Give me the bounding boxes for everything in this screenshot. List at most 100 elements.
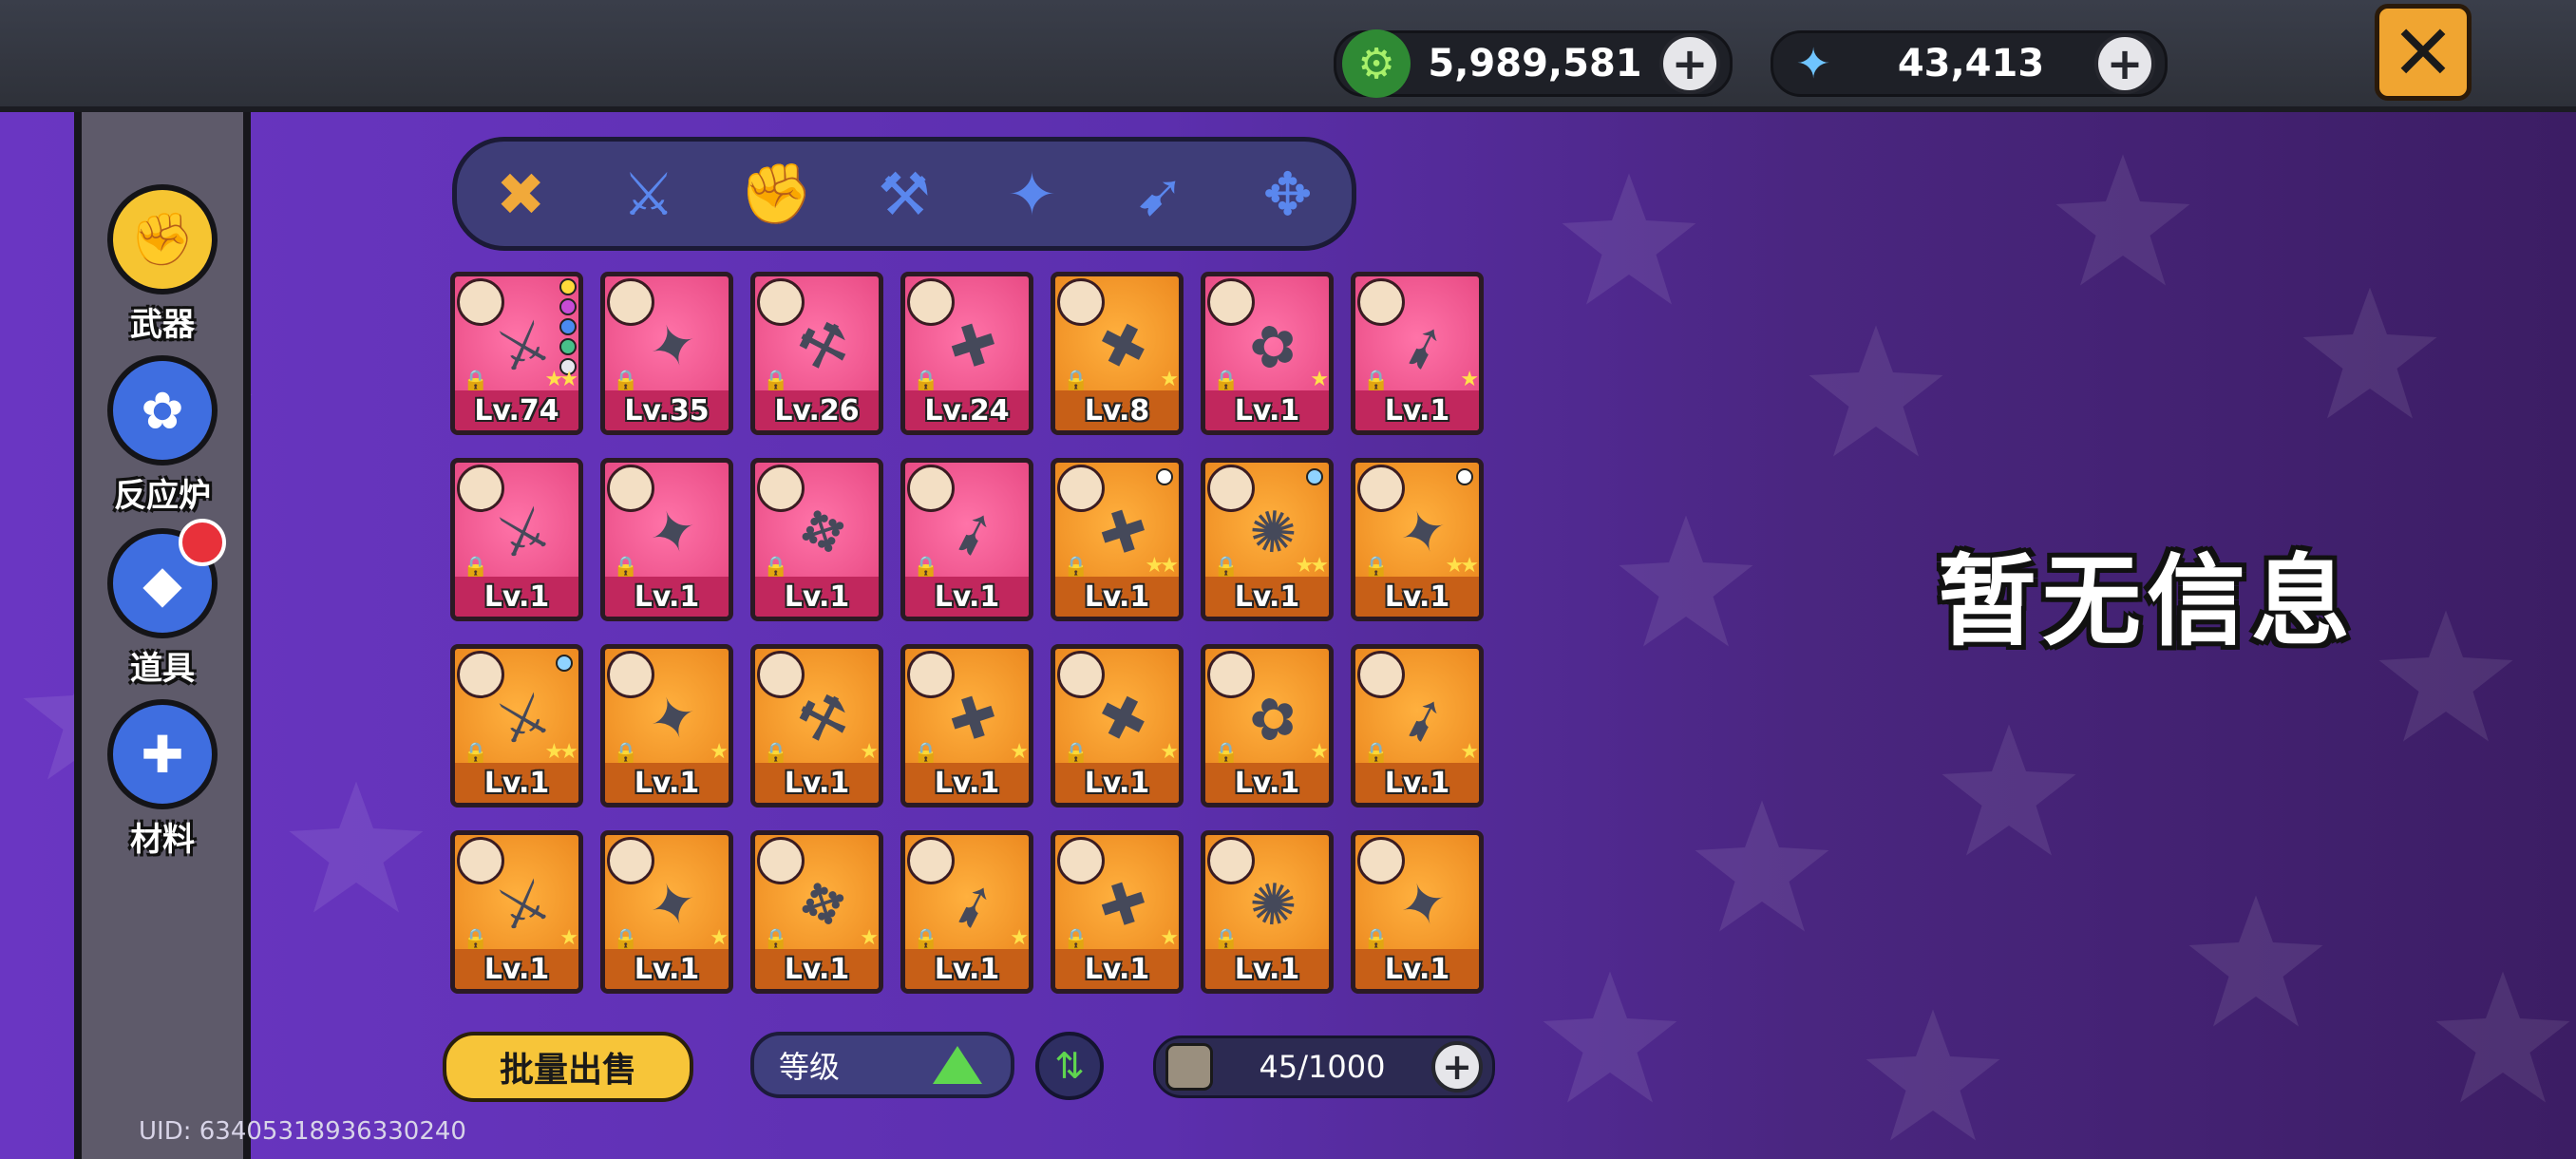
tab-dual-gun[interactable]: ✥ <box>1241 146 1335 241</box>
expand-capacity-button[interactable]: + <box>1431 1041 1483 1092</box>
bg-star <box>1866 1009 2000 1141</box>
weapon-level: Lv.1 <box>905 763 1029 803</box>
weapon-grid: ⚔ 🔒 ★★ Lv.74 ✦ 🔒 Lv.35 ⚒ 🔒 Lv.26 ✚ 🔒 Lv.24 ✖ 🔒 ★ Lv.8 ✿ 🔒 ★… <box>450 272 1487 994</box>
sort-order-toggle[interactable]: ⇅ <box>1035 1032 1104 1100</box>
tab-launcher[interactable]: ➹ <box>1112 146 1207 241</box>
sort-select-label: 等级 <box>779 1049 841 1085</box>
tab-fist[interactable]: ✊ <box>729 146 824 241</box>
gun-icon: ✦ <box>1007 159 1057 229</box>
star-rating-icon: ★ <box>1160 926 1179 950</box>
add-gold-button[interactable]: + <box>1659 33 1720 94</box>
weapon-card[interactable]: ✖ 🔒 ★ Lv.1 <box>1051 644 1184 808</box>
weapon-card[interactable]: ✚ 🔒 ★ Lv.1 <box>1051 830 1184 994</box>
sidebar-item-label: 材料 <box>130 821 195 859</box>
weapon-level: Lv.1 <box>1355 763 1479 803</box>
star-rating-icon: ★ <box>559 926 578 950</box>
tab-sword[interactable]: ⚔ <box>601 146 696 241</box>
weapon-card[interactable]: ✿ 🔒 ★ Lv.1 <box>1201 272 1334 435</box>
tab-all-weapons[interactable]: ✖ <box>473 146 568 241</box>
weapon-card[interactable]: ✦ 🔒 ★★ Lv.1 <box>1351 458 1484 621</box>
bag-icon <box>1165 1043 1213 1091</box>
weapon-card[interactable]: ✥ 🔒 Lv.1 <box>750 458 883 621</box>
weapon-card[interactable]: ✺ 🔒 Lv.1 <box>1201 830 1334 994</box>
sidebar-item-materials[interactable]: ✚ 材料 <box>82 699 243 860</box>
weapon-card[interactable]: ➹ 🔒 ★ Lv.1 <box>1351 644 1484 808</box>
weapon-card[interactable]: ⚒ 🔒 ★ Lv.1 <box>750 644 883 808</box>
swap-arrows-icon: ⇅ <box>1054 1045 1085 1087</box>
weapon-card[interactable]: ⚔ 🔒 ★ Lv.1 <box>450 830 583 994</box>
sidebar-item-label: 道具 <box>130 650 195 688</box>
hammer-icon: ⚒ <box>878 159 931 229</box>
weapon-card[interactable]: ✺ 🔒 ★★ Lv.1 <box>1201 458 1334 621</box>
star-rating-icon: ★ <box>1310 368 1329 391</box>
weapon-card[interactable]: ✖ 🔒 ★ Lv.8 <box>1051 272 1184 435</box>
fist-icon: ✊ <box>739 159 813 228</box>
bg-star <box>289 781 424 913</box>
weapon-card[interactable]: ✚ 🔒 ★ Lv.1 <box>900 644 1033 808</box>
weapon-card[interactable]: ⚔ 🔒 Lv.1 <box>450 458 583 621</box>
crystal-currency: ✦ 43,413 + <box>1771 30 2168 97</box>
sort-ascending-icon <box>933 1046 982 1084</box>
weapon-level: Lv.8 <box>1055 390 1179 430</box>
rank-dot <box>1456 468 1473 485</box>
star-rating-icon: ★ <box>1010 740 1029 764</box>
bg-star <box>1619 515 1753 647</box>
star-rating-icon: ★★ <box>1445 554 1479 578</box>
weapon-level: Lv.1 <box>1205 390 1329 430</box>
bg-star <box>1941 724 2076 856</box>
weapon-card[interactable]: ➹ 🔒 ★ Lv.1 <box>900 830 1033 994</box>
top-bar: ⚙ 5,989,581 + ✦ 43,413 + ✕ <box>0 0 2576 112</box>
weapon-level: Lv.1 <box>1355 577 1479 617</box>
weapon-card[interactable]: ➹ 🔒 Lv.1 <box>900 458 1033 621</box>
star-rating-icon: ★ <box>1460 368 1479 391</box>
weapon-card[interactable]: ✥ 🔒 ★ Lv.1 <box>750 830 883 994</box>
sidebar-item-label: 反应炉 <box>114 477 211 515</box>
star-rating-icon: ★ <box>860 926 879 950</box>
weapon-level: Lv.1 <box>455 949 578 989</box>
add-crystal-button[interactable]: + <box>2094 33 2155 94</box>
weapon-level: Lv.1 <box>1205 949 1329 989</box>
star-rating-icon: ★ <box>1160 740 1179 764</box>
weapon-level: Lv.74 <box>455 390 578 430</box>
weapon-level: Lv.1 <box>455 577 578 617</box>
weapon-level: Lv.1 <box>605 577 729 617</box>
weapon-level: Lv.1 <box>455 763 578 803</box>
weapon-level: Lv.35 <box>605 390 729 430</box>
bg-star <box>2055 154 2190 286</box>
weapon-card[interactable]: ✿ 🔒 ★ Lv.1 <box>1201 644 1334 808</box>
tab-hammer[interactable]: ⚒ <box>857 146 952 241</box>
sidebar-item-weapons[interactable]: ✊ 武器 <box>82 184 243 345</box>
bg-star <box>2188 895 2323 1027</box>
sidebar-item-items[interactable]: ◆ 道具 <box>82 519 243 689</box>
weapon-card[interactable]: ✚ 🔒 ★★ Lv.1 <box>1051 458 1184 621</box>
sort-select[interactable]: 等级 <box>750 1032 1014 1098</box>
uid-label: UID: 634053189363302​40 <box>139 1117 466 1146</box>
weapon-card[interactable]: ✦ 🔒 Lv.35 <box>600 272 733 435</box>
weapon-card[interactable]: ✦ 🔒 Lv.1 <box>600 458 733 621</box>
launcher-icon: ➹ <box>1135 159 1185 229</box>
fist-icon: ✊ <box>107 184 218 294</box>
star-rating-icon: ★★ <box>1295 554 1329 578</box>
bulk-sell-button[interactable]: 批量出售 <box>443 1032 693 1102</box>
sidebar-item-reactor[interactable]: ✿ 反应炉 <box>82 355 243 516</box>
weapon-level: Lv.1 <box>1355 390 1479 430</box>
no-info-text: 暂无信息 <box>1938 543 2357 659</box>
weapon-level: Lv.1 <box>1205 763 1329 803</box>
green-gear-coin-icon: ⚙ <box>1342 29 1411 98</box>
weapon-level: Lv.1 <box>1055 763 1179 803</box>
weapon-card[interactable]: ➹ 🔒 ★ Lv.1 <box>1351 272 1484 435</box>
star-rating-icon: ★ <box>710 926 729 950</box>
weapon-card[interactable]: ⚔ 🔒 ★★ Lv.74 <box>450 272 583 435</box>
weapon-card[interactable]: ⚔ 🔒 ★★ Lv.1 <box>450 644 583 808</box>
weapon-card[interactable]: ✦ 🔒 ★ Lv.1 <box>600 644 733 808</box>
weapon-card[interactable]: ✦ 🔒 ★ Lv.1 <box>600 830 733 994</box>
weapon-level: Lv.1 <box>905 949 1029 989</box>
bg-star <box>2302 287 2437 419</box>
weapon-card[interactable]: ⚒ 🔒 Lv.26 <box>750 272 883 435</box>
weapon-card[interactable]: ✦ 🔒 Lv.1 <box>1351 830 1484 994</box>
weapon-card[interactable]: ✚ 🔒 Lv.24 <box>900 272 1033 435</box>
close-button[interactable]: ✕ <box>2375 4 2472 101</box>
puzzle-icon: ✚ <box>107 699 218 809</box>
crystal-value: 43,413 <box>1897 42 2045 86</box>
tab-gun[interactable]: ✦ <box>985 146 1080 241</box>
